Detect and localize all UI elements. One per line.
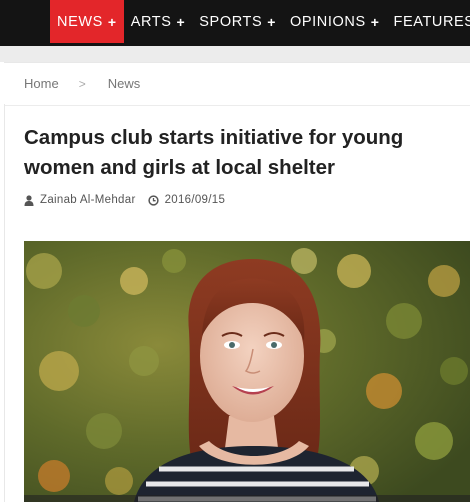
- nav-item-label: SPORTS: [199, 13, 263, 30]
- nav-item-news[interactable]: NEWS +: [50, 0, 124, 43]
- article-featured-image[interactable]: [24, 241, 470, 502]
- nav-item-opinions[interactable]: OPINIONS +: [283, 0, 386, 43]
- nav-item-sports[interactable]: SPORTS +: [192, 0, 283, 43]
- main-nav: NEWS + ARTS + SPORTS + OPINIONS + FEATUR…: [50, 0, 470, 43]
- plus-icon: +: [176, 13, 186, 30]
- article-title: Campus club starts initiative for young …: [24, 126, 404, 179]
- portrait-photo: [24, 241, 470, 502]
- content-border: [4, 104, 5, 502]
- breadcrumb: Home > News: [4, 62, 470, 106]
- breadcrumb-current[interactable]: News: [108, 76, 141, 91]
- clock-icon: [147, 194, 159, 206]
- nav-item-arts[interactable]: ARTS +: [124, 0, 193, 43]
- plus-icon: +: [107, 13, 117, 30]
- plus-icon: +: [370, 13, 380, 30]
- nav-item-label: NEWS: [57, 13, 103, 30]
- nav-item-features[interactable]: FEATURES: [387, 0, 470, 43]
- nav-item-label: ARTS: [130, 13, 172, 30]
- breadcrumb-home-link[interactable]: Home: [24, 76, 59, 91]
- nav-item-label: OPINIONS: [290, 13, 366, 30]
- nav-item-label: FEATURES: [393, 13, 470, 30]
- plus-icon: +: [267, 13, 277, 30]
- breadcrumb-separator-icon: >: [78, 76, 86, 91]
- top-navigation-bar: NEWS + ARTS + SPORTS + OPINIONS + FEATUR…: [0, 0, 470, 46]
- user-icon: [24, 194, 34, 206]
- article-date: 2016/09/15: [164, 194, 226, 206]
- article-meta: Zainab Al-Mehdar 2016/09/15: [24, 194, 225, 206]
- article-author[interactable]: Zainab Al-Mehdar: [40, 194, 136, 206]
- header-divider: [0, 46, 470, 62]
